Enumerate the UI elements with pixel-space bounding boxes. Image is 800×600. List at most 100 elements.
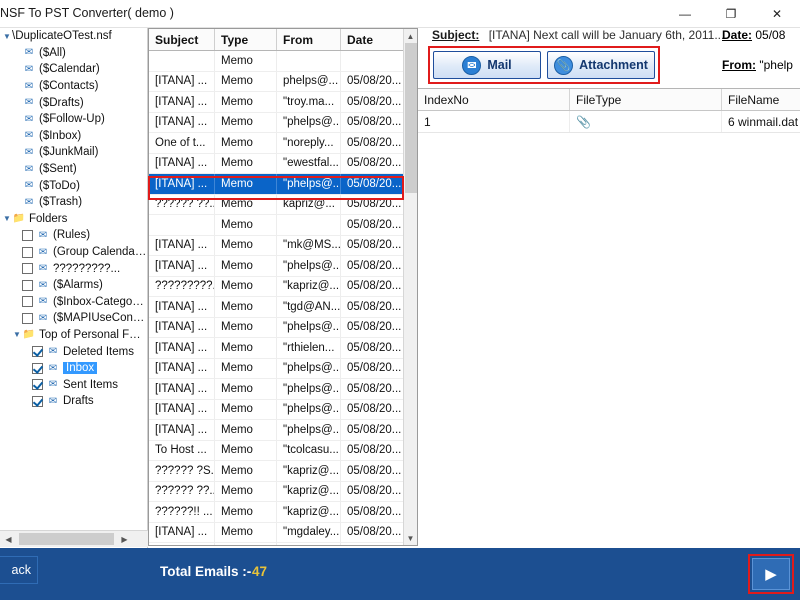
tree-item-checkbox[interactable] bbox=[22, 312, 33, 324]
table-row[interactable]: ?????? ??... Memo "kapriz@... 05/08/20... bbox=[149, 481, 417, 502]
tree-item-checkbox[interactable] bbox=[22, 229, 33, 241]
table-row[interactable]: [ITANA] ... Memo "tgd@AN... 05/08/20... bbox=[149, 297, 417, 318]
cell-date: 05/08/20... bbox=[347, 321, 402, 334]
cell-from: "tgd@AN... bbox=[277, 297, 341, 317]
scrollbar-thumb[interactable] bbox=[19, 533, 114, 545]
cell-date: 05/08/20... bbox=[347, 116, 402, 129]
cell-subject: [ITANA] ... bbox=[149, 71, 215, 91]
tree-item-checkbox[interactable] bbox=[22, 296, 33, 308]
table-row[interactable]: ?????? ?S... Memo "kapriz@... 05/08/20... bbox=[149, 461, 417, 482]
table-row[interactable]: [ITANA] ... Memo "troy.ma... 05/08/20... bbox=[149, 92, 417, 113]
table-row[interactable]: ?????? ??... Memo kapriz@... 05/08/20... bbox=[149, 194, 417, 215]
cell-from: "kapriz@... bbox=[277, 481, 341, 501]
tree-item[interactable]: ✉ ($MAPIUseContacts) bbox=[0, 310, 147, 327]
scroll-right-icon[interactable]: ▶ bbox=[116, 531, 133, 547]
table-row[interactable]: [ITANA] ... Memo "phelps@... 05/08/20... bbox=[149, 256, 417, 277]
tree-item[interactable]: ✉ ($ToDo) bbox=[0, 177, 147, 194]
tree-item[interactable]: ✉ ($Follow-Up) bbox=[0, 111, 147, 128]
tree-item-checkbox[interactable] bbox=[32, 395, 43, 407]
table-row[interactable]: [ITANA] ... Memo "rthielen... 05/08/20... bbox=[149, 338, 417, 359]
tree-item[interactable]: ✉ ($JunkMail) bbox=[0, 144, 147, 161]
tab-attachment[interactable]: 📎 Attachment bbox=[547, 51, 655, 79]
column-header-from[interactable]: From bbox=[277, 29, 341, 50]
maximize-button[interactable]: ❐ bbox=[708, 0, 754, 28]
table-row[interactable]: [ITANA] ... Memo "phelps@... 05/08/20... bbox=[149, 358, 417, 379]
tree-item[interactable]: ✉ Sent Items bbox=[0, 376, 147, 393]
next-button[interactable]: ▶ bbox=[752, 558, 790, 590]
table-row[interactable]: [ITANA] ... Memo "phelps@... 05/08/20... bbox=[149, 399, 417, 420]
close-button[interactable]: ✕ bbox=[754, 0, 800, 28]
tree-item[interactable]: ✉?????????... bbox=[0, 260, 147, 277]
table-row[interactable]: To Host ... Memo "tcolcasu... 05/08/20... bbox=[149, 440, 417, 461]
scroll-down-icon[interactable]: ▼ bbox=[404, 531, 417, 545]
tree-item[interactable]: ✉ (Group Calendars) bbox=[0, 244, 147, 261]
table-row[interactable]: ?????????...Memo"kapriz@...05/08/20... bbox=[149, 276, 417, 297]
chevron-down-icon[interactable]: ▼ bbox=[2, 214, 12, 223]
table-row[interactable]: [ITANA] ... Memo "phelps@... 05/08/20... bbox=[149, 317, 417, 338]
tree-item-checkbox[interactable] bbox=[32, 379, 43, 391]
tree-item-label: (Rules) bbox=[53, 229, 91, 242]
tree-item[interactable]: ✉ (Rules) bbox=[0, 227, 147, 244]
folder-tree[interactable]: ▼ \DuplicateOTest.nsf ✉ ($All) ✉ ($Calendar… bbox=[0, 28, 148, 548]
table-row[interactable]: [ITANA] ... Memo "phelps@... 05/08/20... bbox=[149, 379, 417, 400]
table-row[interactable]: [ITANA] ... Memo "mgdaley... 05/08/20... bbox=[149, 522, 417, 543]
tree-item-checkbox[interactable] bbox=[22, 263, 33, 275]
tree-item-checkbox[interactable] bbox=[32, 362, 43, 374]
back-button[interactable]: ack bbox=[0, 556, 38, 584]
cell-from bbox=[277, 51, 341, 71]
scrollbar-thumb[interactable] bbox=[405, 43, 417, 193]
column-header-type[interactable]: Type bbox=[215, 29, 277, 50]
tree-item[interactable]: ✉ ($Drafts) bbox=[0, 94, 147, 111]
table-row[interactable]: Memo 05/08/20... bbox=[149, 215, 417, 236]
table-row[interactable]: One of t... Memo "noreply... 05/08/20... bbox=[149, 133, 417, 154]
tree-item[interactable]: ✉ Inbox bbox=[0, 360, 147, 377]
table-row[interactable]: [ITANA] ... Memo "ewestfal... 05/08/20... bbox=[149, 153, 417, 174]
column-header-subject[interactable]: Subject bbox=[149, 29, 215, 50]
tree-item[interactable]: ✉ ($Inbox) bbox=[0, 128, 147, 145]
tree-item[interactable]: ✉ ($Calendar) bbox=[0, 61, 147, 78]
attachment-table[interactable]: IndexNo FileType FileName 1 📎 6 winmail.da… bbox=[418, 88, 800, 546]
tree-item-checkbox[interactable] bbox=[22, 246, 33, 258]
tree-item[interactable]: ✉ ($Sent) bbox=[0, 161, 147, 178]
tree-item[interactable]: ✉ Drafts bbox=[0, 393, 147, 410]
cell-type: Memo bbox=[215, 194, 277, 214]
tree-item[interactable]: ✉ ($Alarms) bbox=[0, 277, 147, 294]
date-value: 05/08 bbox=[755, 28, 786, 42]
tree-item[interactable]: ✉ ($All) bbox=[0, 45, 147, 62]
tree-item-checkbox[interactable] bbox=[22, 279, 33, 291]
scroll-left-icon[interactable]: ◀ bbox=[0, 531, 17, 547]
tree-item[interactable]: ✉ ($Trash) bbox=[0, 194, 147, 211]
table-row[interactable]: ?????????...Memo"kapriz@...05/08/20... bbox=[149, 543, 417, 545]
cell-date: 05/08/20... bbox=[347, 218, 402, 231]
tree-item[interactable]: ▼ 📁 Folders bbox=[0, 211, 147, 228]
column-header-indexno[interactable]: IndexNo bbox=[418, 89, 570, 110]
cell-subject: ?????? ??... bbox=[149, 194, 215, 214]
table-row[interactable]: Memo bbox=[149, 51, 417, 72]
chevron-down-icon: ▼ bbox=[3, 31, 11, 41]
tree-horizontal-scrollbar[interactable]: ◀ ▶ bbox=[0, 530, 148, 547]
minimize-button[interactable]: — bbox=[662, 0, 708, 28]
column-header-filetype[interactable]: FileType bbox=[570, 89, 722, 110]
grid-vertical-scrollbar[interactable]: ▲ ▼ bbox=[403, 29, 417, 545]
tree-root-item[interactable]: ▼ \DuplicateOTest.nsf bbox=[0, 28, 147, 45]
tree-item[interactable]: ✉ ($Inbox-Categorized1) bbox=[0, 294, 147, 311]
table-row[interactable]: [ITANA] ... Memo "phelps@... 05/08/20... bbox=[149, 174, 417, 195]
cell-from: "phelps@... bbox=[277, 317, 341, 337]
tree-item-checkbox[interactable] bbox=[32, 346, 43, 358]
column-header-date[interactable]: Date bbox=[341, 29, 404, 50]
table-row[interactable]: [ITANA] ... Memo phelps@... 05/08/20... bbox=[149, 71, 417, 92]
table-row[interactable]: ??????!! ... Memo "kapriz@... 05/08/20... bbox=[149, 502, 417, 523]
tree-item[interactable]: ✉ ($Contacts) bbox=[0, 78, 147, 95]
tree-item[interactable]: ▼📁Top of Personal Folders bbox=[0, 327, 147, 344]
email-list-grid[interactable]: Subject Type From Date Memo [ITANA] ... Me… bbox=[148, 28, 418, 546]
cell-from: "phelps@... bbox=[277, 256, 341, 276]
tab-mail[interactable]: ✉ Mail bbox=[433, 51, 541, 79]
table-row[interactable]: [ITANA] ... Memo "phelps@... 05/08/20... bbox=[149, 112, 417, 133]
tree-item[interactable]: ✉ Deleted Items bbox=[0, 343, 147, 360]
scroll-up-icon[interactable]: ▲ bbox=[404, 29, 417, 43]
table-row[interactable]: [ITANA] ... Memo "phelps@... 05/08/20... bbox=[149, 420, 417, 441]
table-row[interactable]: [ITANA] ... Memo "mk@MS... 05/08/20... bbox=[149, 235, 417, 256]
chevron-down-icon[interactable]: ▼ bbox=[12, 330, 22, 339]
attachment-row[interactable]: 1 📎 6 winmail.dat bbox=[418, 111, 800, 133]
column-header-filename[interactable]: FileName bbox=[722, 89, 800, 110]
